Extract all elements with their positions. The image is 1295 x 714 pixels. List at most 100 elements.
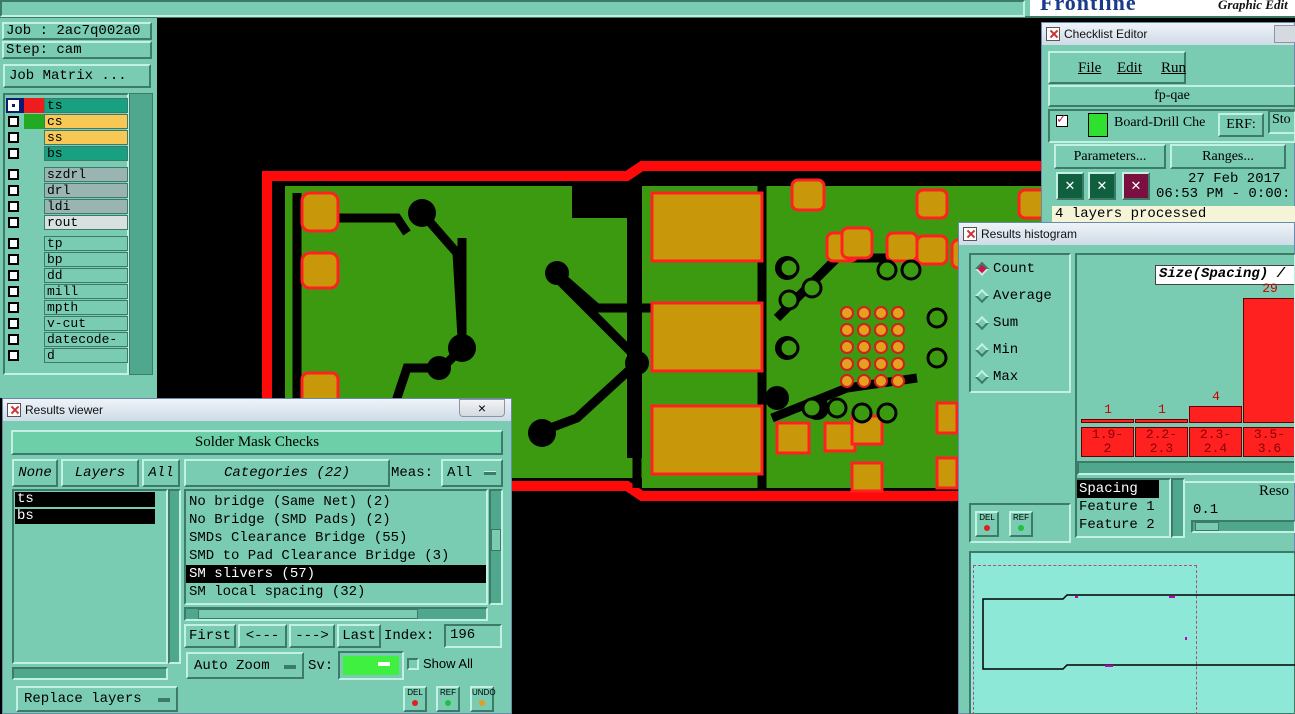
hist-bin-label[interactable]: 2.3- 2.4 (1189, 427, 1242, 457)
all-layers-button[interactable]: All (142, 459, 180, 487)
undo-button[interactable]: UNDO (470, 686, 496, 712)
layer-name[interactable]: drl (44, 183, 128, 198)
bga-pad[interactable] (840, 357, 854, 371)
run-action-icon-2[interactable]: ✕ (1088, 172, 1116, 200)
layer-checkbox[interactable] (8, 350, 19, 361)
ref-button[interactable]: REF (436, 686, 460, 712)
sto-field[interactable]: Sto (1268, 110, 1295, 134)
layer-color-swatch[interactable] (24, 215, 44, 230)
layer-color-swatch[interactable] (24, 332, 44, 347)
reso-slider-thumb[interactable] (1195, 522, 1219, 531)
category-list[interactable]: No bridge (Same Net) (2) No Bridge (SMD P… (184, 489, 488, 605)
layer-color-swatch[interactable] (24, 300, 44, 315)
hist-field-item[interactable]: Feature 1 (1077, 498, 1169, 516)
layer-select-list[interactable]: ts bs (12, 489, 168, 664)
bga-pad[interactable] (874, 306, 888, 320)
category-item[interactable]: SM slivers (57) (186, 565, 486, 583)
bga-pad[interactable] (874, 323, 888, 337)
job-matrix-button[interactable]: Job Matrix ... (3, 64, 151, 88)
next-button[interactable]: ---> (289, 624, 335, 648)
layer-checkbox[interactable] (8, 302, 19, 313)
reso-slider[interactable] (1191, 520, 1295, 533)
layer-row-tp[interactable]: tp (6, 236, 128, 251)
erf-button[interactable]: ERF: (1218, 113, 1264, 137)
layer-checkbox[interactable] (8, 318, 19, 329)
hist-bar[interactable] (1189, 406, 1242, 423)
layer-row-ts[interactable]: ts (6, 98, 128, 113)
feature-preview[interactable] (969, 551, 1295, 714)
checklist-title-controls[interactable] (1274, 25, 1295, 43)
radio-indicator[interactable] (974, 369, 990, 385)
field-list-vscroll[interactable] (1171, 478, 1185, 538)
layer-checkbox[interactable] (8, 286, 19, 297)
hist-bin-label[interactable]: 3.5- 3.6 (1243, 427, 1294, 457)
layer-row-v-cut[interactable]: v-cut (6, 316, 128, 331)
radio-indicator[interactable] (974, 261, 990, 277)
hist-option-count[interactable]: Count (974, 261, 1035, 277)
layer-checkbox[interactable] (8, 185, 19, 196)
index-input[interactable]: 196 (444, 624, 502, 648)
none-button[interactable]: None (12, 459, 58, 487)
hist-bin-label[interactable]: 2.2- 2.3 (1135, 427, 1188, 457)
layer-color-swatch[interactable] (24, 146, 44, 161)
layer-color-swatch[interactable] (24, 183, 44, 198)
bga-pad[interactable] (891, 357, 905, 371)
menu-run[interactable]: Run (1161, 60, 1186, 77)
radio-indicator[interactable] (974, 315, 990, 331)
bga-pad[interactable] (857, 374, 871, 388)
bga-pad[interactable] (874, 340, 888, 354)
hist-option-sum[interactable]: Sum (974, 315, 1018, 331)
layer-name[interactable]: ss (44, 130, 128, 145)
category-item[interactable]: No Bridge (SMD Pads) (2) (186, 511, 486, 529)
layer-row-dd[interactable]: dd (6, 268, 128, 283)
bga-pad[interactable] (840, 374, 854, 388)
layer-checkbox[interactable] (8, 148, 19, 159)
layer-row-mill[interactable]: mill (6, 284, 128, 299)
layer-name[interactable]: bp (44, 252, 128, 267)
hist-ref-button[interactable]: REF (1009, 511, 1033, 537)
category-item[interactable]: SMD to Pad Clearance Bridge (3) (186, 547, 486, 565)
del-button[interactable]: DEL (403, 686, 427, 712)
layer-checkbox[interactable] (8, 100, 19, 111)
layer-name[interactable]: tp (44, 236, 128, 251)
layer-color-swatch[interactable] (24, 199, 44, 214)
run-action-icon-3[interactable]: ✕ (1122, 172, 1150, 200)
layer-checkbox[interactable] (8, 270, 19, 281)
bga-pad[interactable] (857, 323, 871, 337)
layer-row-bs[interactable]: bs (6, 146, 128, 161)
first-button[interactable]: First (184, 624, 236, 648)
hist-option-average[interactable]: Average (974, 288, 1052, 304)
bga-pad[interactable] (840, 306, 854, 320)
layers-button[interactable]: Layers (61, 459, 139, 487)
auto-zoom-select[interactable]: Auto Zoom (186, 652, 304, 679)
layer-color-swatch[interactable] (24, 167, 44, 182)
histogram-hscroll[interactable] (1077, 461, 1294, 475)
radio-indicator[interactable] (974, 342, 990, 358)
bga-pad[interactable] (891, 306, 905, 320)
layer-color-swatch[interactable] (24, 252, 44, 267)
parameters-button[interactable]: Parameters... (1054, 144, 1166, 169)
layer-name[interactable]: mpth (44, 300, 128, 315)
results-viewer-titlebar[interactable]: Results viewer (3, 399, 511, 421)
layer-name[interactable]: datecode-ts (44, 332, 128, 361)
layer-row-szdrl[interactable]: szdrl (6, 167, 128, 182)
layer-name[interactable]: szdrl (44, 167, 128, 182)
layer-row-cs[interactable]: cs (6, 114, 128, 129)
layer-name[interactable]: dd (44, 268, 128, 283)
layer-checkbox[interactable] (8, 169, 19, 180)
categories-button[interactable]: Categories (22) (184, 459, 390, 487)
hist-bar[interactable] (1081, 419, 1134, 423)
layer-name[interactable]: bs (44, 146, 128, 161)
hist-bar[interactable] (1135, 419, 1188, 423)
last-button[interactable]: Last (337, 624, 381, 648)
layer-list-hscroll[interactable] (12, 667, 168, 680)
layer-row-d[interactable]: d (6, 348, 128, 363)
bga-pad[interactable] (840, 323, 854, 337)
hist-field-item[interactable]: Feature 2 (1077, 516, 1169, 534)
layer-name[interactable]: d (44, 348, 128, 363)
sv-color-select[interactable] (338, 651, 404, 680)
category-item[interactable]: SMDs Clearance Bridge (55) (186, 529, 486, 547)
layer-select-item[interactable]: bs (15, 509, 155, 524)
layer-name[interactable]: ldi (44, 199, 128, 214)
hist-bin-label[interactable]: 1.9- 2 (1081, 427, 1134, 457)
